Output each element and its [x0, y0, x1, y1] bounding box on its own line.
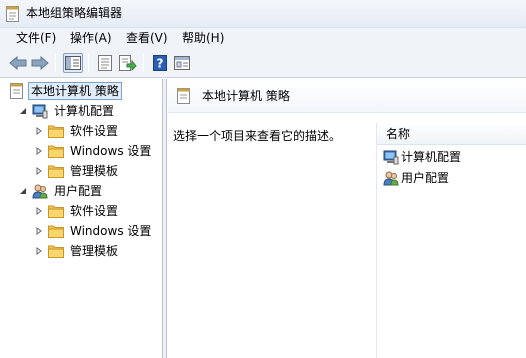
computer-icon [383, 149, 399, 165]
properties-button[interactable] [95, 53, 115, 73]
collapsed-arrow-icon[interactable] [34, 226, 44, 236]
toolbar-separator [55, 54, 56, 72]
tree-item-label: 计算机配置 [54, 104, 115, 118]
pane-splitter[interactable] [163, 79, 167, 358]
tree-item-software-settings[interactable]: 软件设置 [34, 201, 120, 221]
toolbar: ? [0, 48, 526, 78]
tree-item-label: Windows 设置 [70, 144, 152, 158]
expanded-arrow-icon[interactable] [18, 186, 28, 196]
tree-item-windows-settings[interactable]: Windows 设置 [34, 141, 153, 161]
tree-item-label: 用户配置 [54, 184, 103, 198]
properties-icon [98, 55, 112, 71]
tree-item-label: 本地计算机 策略 [28, 82, 122, 100]
expanded-arrow-icon[interactable] [18, 106, 28, 116]
forward-arrow-icon [31, 56, 49, 70]
show-hide-tree-button[interactable] [63, 53, 83, 73]
tree-item-local-computer-policy[interactable]: 本地计算机 策略 [8, 81, 122, 101]
folder-icon [48, 123, 64, 139]
tree-item-label: 软件设置 [70, 204, 119, 218]
menu-help[interactable]: 帮助(H) [182, 30, 224, 46]
toolbar-separator [88, 54, 89, 72]
folder-icon [48, 203, 64, 219]
tree-item-label: 软件设置 [70, 124, 119, 138]
menu-view[interactable]: 查看(V) [126, 30, 168, 46]
tree-item-admin-templates[interactable]: 管理模板 [34, 161, 120, 181]
menu-bar: 文件(F) 操作(A) 查看(V) 帮助(H) [0, 28, 526, 48]
items-list: 名称 计算机配置 用户配置 [376, 123, 526, 358]
forward-button[interactable] [30, 53, 50, 73]
tree-item-windows-settings[interactable]: Windows 设置 [34, 221, 153, 241]
folder-icon [48, 223, 64, 239]
extended-view-button[interactable] [172, 53, 192, 73]
collapsed-arrow-icon[interactable] [34, 206, 44, 216]
description-text: 选择一个项目来查看它的描述。 [173, 129, 342, 143]
window-title: 本地组策略编辑器 [26, 6, 123, 20]
detail-header: 本地计算机 策略 [168, 79, 526, 113]
tree-item-software-settings[interactable]: 软件设置 [34, 121, 120, 141]
detail-title: 本地计算机 策略 [202, 89, 290, 103]
toolbar-separator [143, 54, 144, 72]
folder-icon [48, 243, 64, 259]
tree-item-label: 管理模板 [70, 164, 119, 178]
policy-document-icon [6, 6, 19, 22]
collapsed-arrow-icon[interactable] [34, 166, 44, 176]
export-list-button[interactable] [118, 53, 138, 73]
collapsed-arrow-icon[interactable] [34, 246, 44, 256]
show-hide-tree-icon [65, 56, 81, 70]
tree-item-label: 管理模板 [70, 244, 119, 258]
collapsed-arrow-icon[interactable] [34, 126, 44, 136]
help-icon: ? [153, 55, 167, 71]
svg-text:?: ? [157, 57, 164, 71]
tree-item-label: Windows 设置 [70, 224, 152, 238]
title-bar: 本地组策略编辑器 [0, 0, 526, 28]
list-item-computer-config[interactable]: 计算机配置 [383, 148, 461, 166]
back-arrow-icon [9, 56, 27, 70]
tree-item-admin-templates[interactable]: 管理模板 [34, 241, 120, 261]
collapsed-arrow-icon[interactable] [34, 146, 44, 156]
folder-icon [48, 143, 64, 159]
help-button[interactable]: ? [150, 53, 170, 73]
column-header-name[interactable]: 名称 [377, 123, 526, 145]
column-header-label: 名称 [386, 127, 411, 141]
export-list-icon [119, 55, 137, 71]
detail-pane: 本地计算机 策略 选择一个项目来查看它的描述。 名称 计算机配置 用户配置 [168, 79, 526, 358]
computer-icon [32, 103, 48, 119]
list-item-user-config[interactable]: 用户配置 [383, 169, 449, 187]
menu-action[interactable]: 操作(A) [70, 30, 112, 46]
policy-document-icon [177, 88, 190, 107]
back-button[interactable] [8, 53, 28, 73]
policy-document-icon [8, 83, 24, 99]
tree-item-computer-config[interactable]: 计算机配置 [18, 101, 116, 121]
console-tree: 本地计算机 策略 计算机配置 软件设置 Windows 设置 管理模板 用户配置… [0, 79, 163, 358]
extended-view-icon [174, 56, 190, 70]
tree-item-user-config[interactable]: 用户配置 [18, 181, 104, 201]
list-item-label: 计算机配置 [401, 150, 462, 164]
users-icon [383, 170, 399, 186]
folder-icon [48, 163, 64, 179]
users-icon [32, 183, 48, 199]
list-item-label: 用户配置 [401, 171, 450, 185]
menu-file[interactable]: 文件(F) [16, 30, 56, 46]
